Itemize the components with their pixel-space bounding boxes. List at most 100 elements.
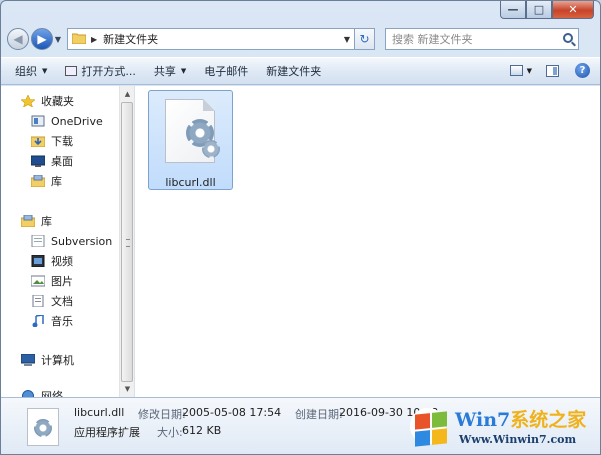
sidebar-item-label: OneDrive	[51, 114, 103, 128]
scroll-grip-icon	[126, 239, 130, 247]
sidebar-item-documents[interactable]: 文档	[31, 292, 73, 310]
file-item[interactable]: libcurl.dll	[148, 90, 233, 190]
back-button[interactable]: ◀	[7, 28, 29, 50]
help-icon[interactable]: ?	[575, 63, 590, 78]
search-placeholder: 搜索 新建文件夹	[392, 33, 473, 46]
onedrive-icon	[31, 115, 45, 127]
watermark: Win7系统之家 Www.Winwin7.com	[401, 399, 600, 454]
address-bar[interactable]: ▶ 新建文件夹 ▼	[67, 28, 355, 50]
chevron-down-icon: ▼	[180, 67, 187, 75]
email-label: 电子邮件	[204, 65, 249, 78]
new-folder-label: 新建文件夹	[266, 65, 322, 78]
dll-gear-icon	[165, 99, 220, 163]
share-label: 共享	[153, 65, 176, 78]
sidebar-item-libraries-fav[interactable]: 库	[30, 172, 62, 190]
sidebar-item-favorites[interactable]: 收藏夹	[20, 92, 74, 110]
organize-label: 组织	[15, 65, 37, 78]
sidebar-item-label: 下载	[51, 135, 73, 148]
dll-gear-icon	[27, 408, 59, 446]
forward-button[interactable]: ▶	[31, 28, 53, 50]
open-with-icon	[65, 66, 78, 76]
details-created-label: 创建日期:	[295, 408, 343, 421]
video-icon	[31, 254, 45, 268]
sidebar-item-label: 库	[51, 175, 62, 188]
scrollbar-thumb[interactable]	[121, 102, 133, 382]
explorer-window: — □ ✕ ◀ ▶ ▼ ▶ 新建文件夹 ▼ ↻ 搜索 新建文件夹 组织 ▼ 打开方…	[0, 0, 601, 455]
details-filename: libcurl.dll	[74, 406, 125, 419]
command-bar: 组织 ▼ 打开方式... 共享 ▼ 电子邮件 新建文件夹 ▼ ?	[1, 57, 600, 85]
sidebar-item-label: 计算机	[41, 354, 74, 367]
new-folder-button[interactable]: 新建文件夹	[266, 63, 321, 79]
gear-icon	[34, 419, 52, 437]
search-icon[interactable]	[563, 33, 573, 43]
file-name: libcurl.dll	[165, 176, 216, 189]
subversion-icon	[31, 234, 45, 248]
sidebar-item-pictures[interactable]: 图片	[30, 272, 73, 290]
star-icon	[20, 94, 36, 108]
file-list[interactable]: libcurl.dll	[135, 86, 600, 397]
address-dropdown-icon[interactable]: ▼	[344, 35, 350, 44]
sidebar-item-label: 网络	[41, 390, 63, 397]
preview-pane-icon[interactable]	[546, 64, 559, 77]
music-icon	[31, 314, 45, 328]
breadcrumb-current[interactable]: 新建文件夹	[103, 31, 158, 47]
windows-flag-icon	[415, 411, 447, 447]
sidebar-item-desktop[interactable]: 桌面	[30, 152, 73, 170]
sidebar-item-music[interactable]: 音乐	[31, 312, 73, 330]
library-icon	[30, 174, 46, 188]
open-with-button[interactable]: 打开方式...	[65, 63, 136, 79]
sidebar-item-label: 文档	[51, 295, 73, 308]
sidebar-item-onedrive[interactable]: OneDrive	[31, 112, 103, 130]
sidebar-item-label: 图片	[51, 275, 73, 288]
windows-logo-icon	[405, 403, 451, 449]
view-controls: ▼ ?	[509, 63, 590, 78]
sidebar-item-downloads[interactable]: 下载	[30, 132, 73, 150]
change-view-icon[interactable]	[509, 65, 523, 76]
sidebar-item-label: 音乐	[51, 315, 73, 328]
close-button[interactable]: ✕	[552, 1, 594, 19]
details-size-label: 大小:	[157, 426, 183, 439]
picture-icon	[30, 275, 46, 287]
refresh-button[interactable]: ↻	[355, 28, 375, 50]
scroll-up-arrow-icon[interactable]: ▲	[120, 86, 135, 102]
navigation-scrollbar[interactable]: ▲ ▼	[119, 86, 134, 397]
share-menu[interactable]: 共享 ▼	[154, 63, 186, 79]
sidebar-item-subversion[interactable]: Subversion	[31, 232, 112, 250]
folder-icon	[71, 32, 87, 47]
sidebar-item-computer[interactable]: 计算机	[20, 351, 74, 369]
details-size-value: 612 KB	[182, 424, 222, 437]
search-input[interactable]: 搜索 新建文件夹	[385, 28, 579, 50]
details-modified-label: 修改日期:	[138, 408, 186, 421]
details-modified-value: 2005-05-08 17:54	[182, 406, 282, 419]
network-icon	[21, 390, 35, 397]
computer-icon	[20, 353, 36, 366]
address-row: ◀ ▶ ▼ ▶ 新建文件夹 ▼ ↻ 搜索 新建文件夹	[7, 25, 594, 53]
gear-icon	[202, 140, 220, 158]
maximize-button[interactable]: □	[526, 1, 552, 19]
sidebar-item-label: 桌面	[51, 155, 73, 168]
sidebar-item-label: 库	[41, 215, 52, 228]
sidebar-item-libraries[interactable]: 库	[20, 212, 52, 230]
watermark-title: Win7系统之家	[455, 409, 587, 431]
forward-arrow-icon: ▶	[37, 32, 47, 46]
sidebar-item-label: 视频	[51, 255, 73, 268]
scroll-down-arrow-icon[interactable]: ▼	[120, 381, 135, 397]
details-type: 应用程序扩展	[74, 426, 140, 439]
window-controls: — □ ✕	[500, 1, 594, 19]
breadcrumb-arrow-icon[interactable]: ▶	[91, 35, 97, 44]
sidebar-item-network[interactable]: 网络	[21, 387, 63, 397]
watermark-url: Www.Winwin7.com	[459, 433, 577, 446]
email-button[interactable]: 电子邮件	[204, 63, 248, 79]
view-dropdown-icon[interactable]: ▼	[527, 67, 532, 75]
recent-pages-dropdown[interactable]: ▼	[53, 35, 63, 44]
minimize-button[interactable]: —	[500, 1, 526, 19]
back-arrow-icon: ◀	[13, 32, 23, 46]
library-icon	[20, 214, 36, 228]
sidebar-item-videos[interactable]: 视频	[31, 252, 73, 270]
navigation-pane: 收藏夹 OneDrive 下载 桌面 库 库 Subversion 视频 图片 …	[1, 86, 135, 397]
sidebar-item-label: 收藏夹	[41, 95, 74, 108]
organize-menu[interactable]: 组织 ▼	[15, 63, 47, 79]
download-folder-icon	[30, 135, 46, 148]
sidebar-item-label: Subversion	[51, 234, 113, 248]
desktop-icon	[30, 155, 46, 167]
